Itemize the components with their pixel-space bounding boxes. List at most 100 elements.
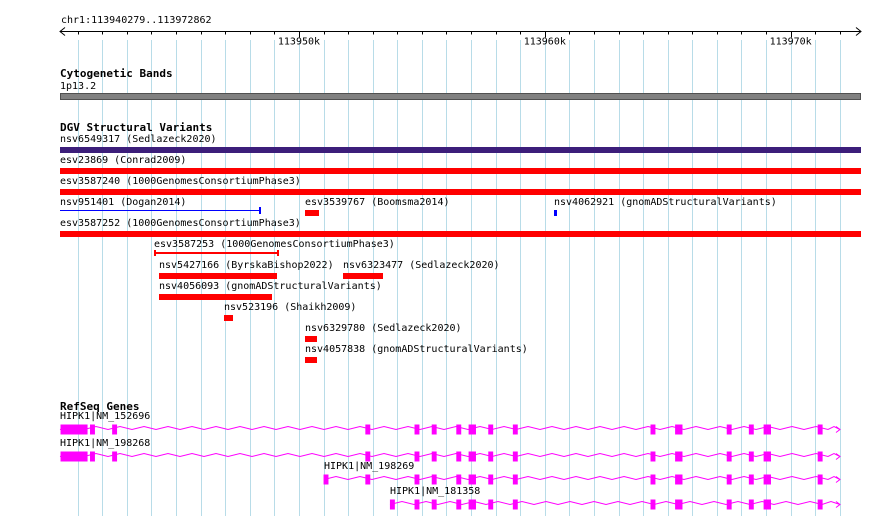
dgv-track-title: DGV Structural Variants [60,121,213,134]
refseq-track [59,424,841,510]
variant-label: esv3587252 (1000GenomesConsortiumPhase3) [60,218,301,229]
exon [763,451,771,462]
cytoband-label: 1p13.2 [60,81,97,92]
exon [389,499,395,510]
exon [675,424,683,435]
exon [414,424,420,435]
exon [90,424,95,435]
exon [650,451,656,462]
exon [456,474,462,485]
variant-feature[interactable] [305,210,319,216]
exon [763,424,771,435]
ruler-tick-label: 113970k [770,37,812,48]
exon [488,424,494,435]
exon [365,451,371,462]
intron-line [59,425,841,431]
exon [112,424,118,435]
exon [817,424,823,435]
variant-label: nsv4062921 (gnomADStructuralVariants) [554,197,777,208]
exon [60,424,88,435]
exon [650,474,656,485]
strand-arrow [835,476,841,483]
exon [748,474,754,485]
transcript[interactable] [59,424,841,435]
variant-label: nsv6323477 (Sedlazeck2020) [343,260,500,271]
exon [817,451,823,462]
ruler-tick-label: 113960k [524,37,566,48]
exon [675,499,683,510]
variant-label: esv3587240 (1000GenomesConsortiumPhase3) [60,176,301,187]
variant-label: esv23869 (Conrad2009) [60,155,187,166]
variant-feature[interactable] [60,210,260,211]
exon [456,499,462,510]
variant-feature[interactable] [305,336,317,342]
variant-label: nsv523196 (Shaikh2009) [224,302,357,313]
variant-feature[interactable] [60,189,861,195]
variant-feature[interactable] [554,210,557,216]
exon [431,474,437,485]
transcript[interactable] [59,451,841,462]
strand-arrow [835,501,841,508]
exon [748,451,754,462]
variant-feature[interactable] [305,357,317,363]
exon [748,424,754,435]
ruler-tick-label: 113950k [278,37,320,48]
exon [726,499,732,510]
strand-arrow [835,426,841,433]
exon [763,474,771,485]
variant-feature[interactable] [154,250,279,256]
variant-label: nsv951401 (Dogan2014) [60,197,187,208]
exon [468,451,476,462]
exon [675,474,683,485]
exon [817,499,823,510]
cytoband-bar[interactable] [60,93,861,100]
variant-feature[interactable] [60,168,861,174]
exon [748,499,754,510]
strand-arrow [835,453,841,460]
exon [675,451,683,462]
exon [726,424,732,435]
exon [456,451,462,462]
exon [726,451,732,462]
variant-feature[interactable] [224,315,233,321]
exon [431,451,437,462]
variant-label: nsv4057838 (gnomADStructuralVariants) [305,344,528,355]
variant-label: nsv6549317 (Sedlazeck2020) [60,134,217,145]
exon [414,499,420,510]
variant-feature[interactable] [159,273,277,279]
variant-label: nsv5427166 (ByrskaBishop2022) [159,260,334,271]
transcript[interactable] [389,499,841,510]
exon [512,499,518,510]
exon [468,499,476,510]
exon [512,451,518,462]
exon [414,451,420,462]
variant-label: nsv6329780 (Sedlazeck2020) [305,323,462,334]
variant-feature[interactable] [159,294,272,300]
exon [112,451,118,462]
exon [365,424,371,435]
exon [726,474,732,485]
exon [456,424,462,435]
exon [650,499,656,510]
genome-browser: chr1:113940279..113972862 113950k 113960k… [0,0,890,516]
exon [488,499,494,510]
variant-feature[interactable] [60,231,861,237]
exon [650,424,656,435]
cytoband-track-title: Cytogenetic Bands [60,67,173,80]
exon [431,499,437,510]
exon [323,474,329,485]
variant-feature[interactable] [60,147,861,153]
exon [414,474,420,485]
variant-label: esv3587253 (1000GenomesConsortiumPhase3) [154,239,395,250]
variant-feature[interactable] [343,273,383,279]
intron-line [59,452,841,458]
exon [763,499,771,510]
exon [365,474,371,485]
intron-line [323,475,841,481]
exon [488,451,494,462]
exon [512,424,518,435]
exon [90,451,95,462]
exon [488,474,494,485]
transcript[interactable] [323,474,841,485]
exon [817,474,823,485]
